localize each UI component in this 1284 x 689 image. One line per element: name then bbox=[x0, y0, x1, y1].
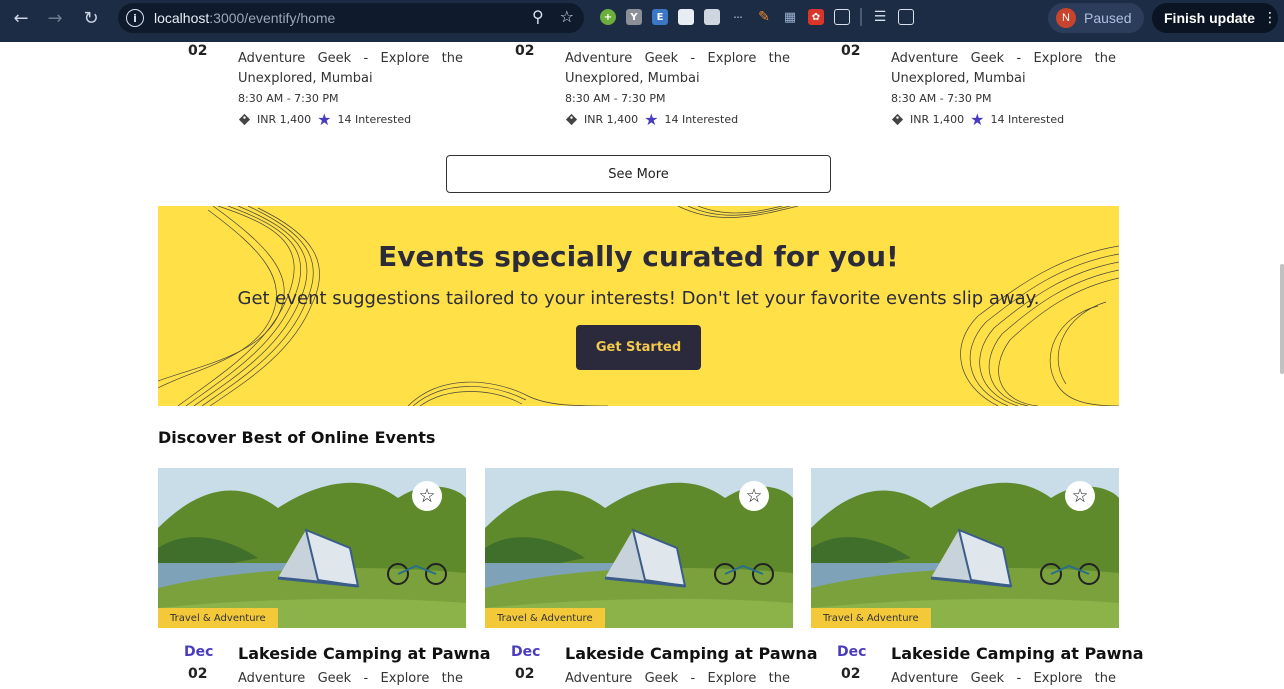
back-icon[interactable]: ← bbox=[4, 1, 38, 35]
plus-circle-icon[interactable]: + bbox=[600, 9, 616, 25]
hand-icon[interactable] bbox=[704, 9, 720, 25]
profile-button[interactable]: N Paused bbox=[1048, 3, 1144, 33]
event-description: Adventure Geek - Explore the Unexplored,… bbox=[238, 51, 463, 86]
menu-dots-icon[interactable]: ⋮ bbox=[1263, 10, 1277, 26]
online-event-card[interactable]: ☆ Travel & Adventure Dec 02 Lakeside Cam… bbox=[158, 468, 491, 686]
url-text[interactable]: localhost:3000/eventify/home bbox=[154, 10, 335, 26]
star-icon: ★ bbox=[970, 109, 985, 129]
event-day: 02 bbox=[515, 666, 535, 682]
event-description: Adventure Geek - Explore the bbox=[891, 671, 1116, 686]
star-icon: ★ bbox=[644, 109, 659, 129]
zoom-icon[interactable]: ⚲ bbox=[532, 7, 544, 26]
category-badge: Travel & Adventure bbox=[158, 608, 278, 628]
event-price: INR 1,400 bbox=[910, 113, 965, 126]
event-day: 02 bbox=[841, 43, 861, 59]
event-interested: 14 Interested bbox=[990, 113, 1065, 126]
url-path: :3000/eventify/home bbox=[209, 10, 336, 26]
event-interested: 14 Interested bbox=[337, 113, 412, 126]
event-time: 8:30 AM - 7:30 PM bbox=[891, 92, 992, 105]
box-icon[interactable] bbox=[678, 9, 694, 25]
category-badge: Travel & Adventure bbox=[811, 608, 931, 628]
event-time: 8:30 AM - 7:30 PM bbox=[238, 92, 339, 105]
media-icon[interactable]: ☰ bbox=[872, 9, 888, 25]
curated-events-banner: Events specially curated for you! Get ev… bbox=[158, 206, 1119, 406]
banner-subtitle: Get event suggestions tailored to your i… bbox=[237, 288, 1040, 309]
forward-icon[interactable]: → bbox=[38, 1, 72, 35]
favorite-star-icon[interactable]: ☆ bbox=[739, 481, 769, 511]
toolbar-separator bbox=[860, 8, 862, 26]
event-month: Dec bbox=[184, 644, 214, 660]
chart-icon[interactable]: ▦ bbox=[782, 9, 798, 25]
event-image[interactable]: ☆ Travel & Adventure bbox=[158, 468, 466, 628]
event-image[interactable]: ☆ Travel & Adventure bbox=[485, 468, 793, 628]
page-content: 02 Adventure Geek - Explore the Unexplor… bbox=[0, 42, 1284, 689]
address-bar[interactable]: i localhost:3000/eventify/home ⚲ ☆ bbox=[118, 3, 584, 33]
e-icon[interactable]: E bbox=[652, 9, 668, 25]
event-time: 8:30 AM - 7:30 PM bbox=[565, 92, 666, 105]
online-event-card[interactable]: ☆ Travel & Adventure Dec 02 Lakeside Cam… bbox=[485, 468, 818, 686]
event-description: Adventure Geek - Explore the Unexplored,… bbox=[891, 51, 1116, 86]
avatar: N bbox=[1056, 8, 1076, 28]
finish-update-label: Finish update bbox=[1164, 10, 1255, 26]
profile-status: Paused bbox=[1084, 10, 1132, 26]
online-event-card[interactable]: ☆ Travel & Adventure Dec 02 Lakeside Cam… bbox=[811, 468, 1144, 686]
star-icon: ★ bbox=[317, 109, 332, 129]
event-price: INR 1,400 bbox=[257, 113, 312, 126]
event-image[interactable]: ☆ Travel & Adventure bbox=[811, 468, 1119, 628]
scrollbar-thumb[interactable] bbox=[1280, 264, 1284, 374]
banner-title: Events specially curated for you! bbox=[378, 240, 899, 273]
event-title[interactable]: Lakeside Camping at Pawna bbox=[238, 644, 491, 663]
bookmark-star-icon[interactable]: ☆ bbox=[560, 7, 574, 26]
favorite-star-icon[interactable]: ☆ bbox=[412, 481, 442, 511]
y-icon[interactable]: Y bbox=[626, 9, 642, 25]
event-day: 02 bbox=[515, 43, 535, 59]
favorite-star-icon[interactable]: ☆ bbox=[1065, 481, 1095, 511]
category-badge: Travel & Adventure bbox=[485, 608, 605, 628]
event-month: Dec bbox=[511, 644, 541, 660]
ticket-icon bbox=[238, 113, 251, 126]
event-day: 02 bbox=[188, 43, 208, 59]
event-price: INR 1,400 bbox=[584, 113, 639, 126]
flower-icon[interactable]: ✿ bbox=[808, 9, 824, 25]
ticket-icon bbox=[565, 113, 578, 126]
see-more-button[interactable]: See More bbox=[446, 155, 831, 193]
ticket-icon bbox=[891, 113, 904, 126]
browser-toolbar: ← → ↻ i localhost:3000/eventify/home ⚲ ☆… bbox=[0, 0, 1284, 42]
sidepanel-icon[interactable] bbox=[898, 9, 914, 25]
get-started-button[interactable]: Get Started bbox=[576, 325, 701, 370]
event-description: Adventure Geek - Explore the Unexplored,… bbox=[565, 51, 790, 86]
event-description: Adventure Geek - Explore the bbox=[238, 671, 463, 686]
event-day: 02 bbox=[841, 666, 861, 682]
event-title[interactable]: Lakeside Camping at Pawna bbox=[565, 644, 818, 663]
url-host: localhost bbox=[154, 10, 210, 26]
page-scrollbar[interactable] bbox=[1278, 42, 1284, 689]
event-day: 02 bbox=[188, 666, 208, 682]
puzzle-icon[interactable] bbox=[834, 9, 850, 25]
dots-icon[interactable]: ··· bbox=[730, 9, 746, 25]
online-events-heading: Discover Best of Online Events bbox=[158, 428, 436, 447]
reload-icon[interactable]: ↻ bbox=[74, 1, 108, 35]
finish-update-button[interactable]: Finish update ⋮ bbox=[1152, 3, 1278, 33]
site-info-icon[interactable]: i bbox=[126, 9, 144, 27]
event-month: Dec bbox=[837, 644, 867, 660]
event-interested: 14 Interested bbox=[664, 113, 739, 126]
pen-icon[interactable]: ✎ bbox=[756, 9, 772, 25]
event-description: Adventure Geek - Explore the bbox=[565, 671, 790, 686]
extensions-bar: + Y E ··· ✎ ▦ ✿ ☰ bbox=[600, 8, 914, 26]
event-title[interactable]: Lakeside Camping at Pawna bbox=[891, 644, 1144, 663]
